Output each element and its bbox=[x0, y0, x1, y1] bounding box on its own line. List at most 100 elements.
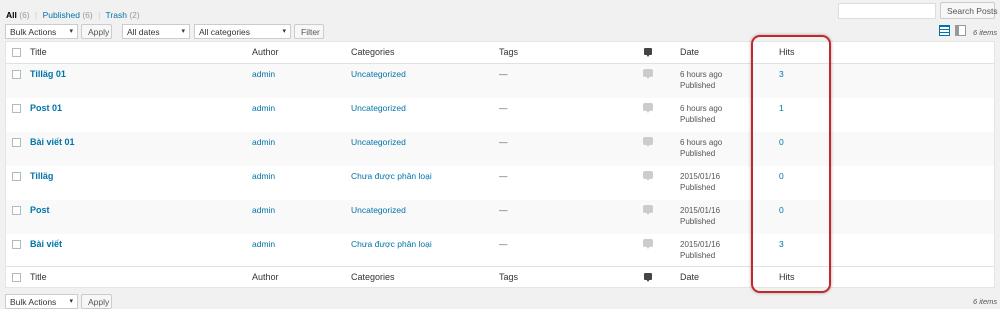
comment-bubble-icon[interactable] bbox=[643, 171, 653, 181]
dates-value: All dates bbox=[127, 27, 160, 37]
author-link[interactable]: admin bbox=[252, 137, 275, 147]
date-value: 6 hours ago bbox=[680, 138, 723, 147]
column-title[interactable]: Title bbox=[30, 272, 47, 282]
column-tags: Tags bbox=[499, 47, 519, 57]
comment-bubble-icon[interactable] bbox=[644, 273, 652, 282]
category-link[interactable]: Chưa được phân loại bbox=[351, 171, 432, 181]
search-posts-button[interactable]: Search Posts bbox=[940, 2, 998, 19]
date-value: 2015/01/16 bbox=[680, 206, 721, 215]
chevron-down-icon: ▾ bbox=[69, 28, 73, 35]
table-row: Tilläg admin Chưa được phân loại — 2015/… bbox=[6, 166, 994, 200]
row-checkbox[interactable] bbox=[12, 104, 21, 113]
bulk-actions-select-bottom[interactable]: Bulk Actions ▾ bbox=[5, 294, 78, 309]
date-cell: 2015/01/16 Published bbox=[680, 239, 720, 261]
column-date[interactable]: Date bbox=[680, 272, 699, 282]
column-tags: Tags bbox=[499, 272, 519, 282]
column-title[interactable]: Title bbox=[30, 47, 47, 57]
items-count-bottom: 6 items bbox=[973, 297, 998, 306]
date-cell: 2015/01/16 Published bbox=[680, 205, 720, 227]
dates-select[interactable]: All dates ▾ bbox=[122, 24, 190, 39]
separator: | bbox=[35, 10, 38, 20]
category-link[interactable]: Uncategorized bbox=[351, 137, 406, 147]
comment-bubble-icon[interactable] bbox=[643, 69, 653, 79]
column-author: Author bbox=[252, 272, 279, 282]
chevron-down-icon: ▾ bbox=[282, 28, 286, 35]
post-status: Published bbox=[680, 251, 716, 260]
author-link[interactable]: admin bbox=[252, 239, 275, 249]
comment-bubble-icon[interactable] bbox=[643, 103, 653, 113]
bulk-actions-select[interactable]: Bulk Actions ▾ bbox=[5, 24, 78, 39]
table-row: Bài viết admin Chưa được phân loại — 201… bbox=[6, 234, 994, 266]
tags-value: — bbox=[499, 239, 508, 249]
author-link[interactable]: admin bbox=[252, 205, 275, 215]
category-link[interactable]: Uncategorized bbox=[351, 103, 406, 113]
table-row: Tilläg 01 admin Uncategorized — 6 hours … bbox=[6, 64, 994, 98]
status-trash-link[interactable]: Trash bbox=[106, 10, 127, 20]
categories-value: All categories bbox=[199, 27, 251, 37]
tags-value: — bbox=[499, 205, 508, 215]
post-title-link[interactable]: Tilläg 01 bbox=[30, 69, 66, 79]
post-status: Published bbox=[680, 149, 716, 158]
post-title-link[interactable]: Post bbox=[30, 205, 50, 215]
comment-bubble-icon[interactable] bbox=[643, 205, 653, 215]
category-link[interactable]: Uncategorized bbox=[351, 69, 406, 79]
post-title-link[interactable]: Tilläg bbox=[30, 171, 53, 181]
row-checkbox[interactable] bbox=[12, 240, 21, 249]
categories-select[interactable]: All categories ▾ bbox=[194, 24, 291, 39]
author-link[interactable]: admin bbox=[252, 103, 275, 113]
date-value: 2015/01/16 bbox=[680, 172, 721, 181]
status-published-link[interactable]: Published bbox=[43, 10, 80, 20]
post-title-link[interactable]: Bài viết bbox=[30, 239, 62, 249]
apply-button[interactable]: Apply bbox=[81, 24, 112, 39]
status-links: All (6) | Published (6) | Trash (2) bbox=[6, 10, 140, 20]
date-cell: 6 hours ago Published bbox=[680, 137, 722, 159]
category-link[interactable]: Uncategorized bbox=[351, 205, 406, 215]
date-cell: 6 hours ago Published bbox=[680, 69, 722, 91]
row-checkbox[interactable] bbox=[12, 70, 21, 79]
status-all-link[interactable]: All bbox=[6, 10, 17, 20]
category-link[interactable]: Chưa được phân loại bbox=[351, 239, 432, 249]
chevron-down-icon: ▾ bbox=[181, 28, 185, 35]
row-checkbox[interactable] bbox=[12, 172, 21, 181]
table-footer: Title Author Categories Tags Date Hits bbox=[6, 266, 994, 288]
author-link[interactable]: admin bbox=[252, 69, 275, 79]
comment-bubble-icon[interactable] bbox=[644, 48, 652, 57]
hits-column-highlight bbox=[751, 35, 831, 293]
table-row: Post admin Uncategorized — 2015/01/16 Pu… bbox=[6, 200, 994, 234]
date-value: 6 hours ago bbox=[680, 70, 723, 79]
column-date[interactable]: Date bbox=[680, 47, 699, 57]
status-trash-count: (2) bbox=[129, 10, 140, 20]
tags-value: — bbox=[499, 171, 508, 181]
select-all-checkbox[interactable] bbox=[12, 273, 21, 282]
comment-bubble-icon[interactable] bbox=[643, 239, 653, 249]
search-input[interactable] bbox=[838, 3, 936, 19]
row-checkbox[interactable] bbox=[12, 206, 21, 215]
author-link[interactable]: admin bbox=[252, 171, 275, 181]
apply-button-bottom[interactable]: Apply bbox=[81, 294, 112, 309]
chevron-down-icon: ▾ bbox=[69, 298, 73, 305]
list-view-icon[interactable] bbox=[939, 25, 950, 36]
date-value: 2015/01/16 bbox=[680, 240, 721, 249]
tags-value: — bbox=[499, 103, 508, 113]
post-title-link[interactable]: Post 01 bbox=[30, 103, 62, 113]
comment-bubble-icon[interactable] bbox=[643, 137, 653, 147]
table-row: Post 01 admin Uncategorized — 6 hours ag… bbox=[6, 98, 994, 132]
column-author: Author bbox=[252, 47, 279, 57]
tags-value: — bbox=[499, 69, 508, 79]
filter-button[interactable]: Filter bbox=[294, 24, 324, 39]
select-all-checkbox[interactable] bbox=[12, 48, 21, 57]
row-checkbox[interactable] bbox=[12, 138, 21, 147]
post-status: Published bbox=[680, 115, 716, 124]
column-categories: Categories bbox=[351, 47, 395, 57]
tags-value: — bbox=[499, 137, 508, 147]
table-header: Title Author Categories Tags Date Hits bbox=[6, 42, 994, 64]
separator: | bbox=[98, 10, 101, 20]
date-cell: 2015/01/16 Published bbox=[680, 171, 720, 193]
items-count-top: 6 items bbox=[973, 28, 998, 37]
date-value: 6 hours ago bbox=[680, 104, 723, 113]
post-title-link[interactable]: Bài viết 01 bbox=[30, 137, 75, 147]
date-cell: 6 hours ago Published bbox=[680, 103, 722, 125]
status-all-count: (6) bbox=[19, 10, 30, 20]
post-status: Published bbox=[680, 217, 716, 226]
excerpt-view-icon[interactable] bbox=[955, 25, 966, 36]
